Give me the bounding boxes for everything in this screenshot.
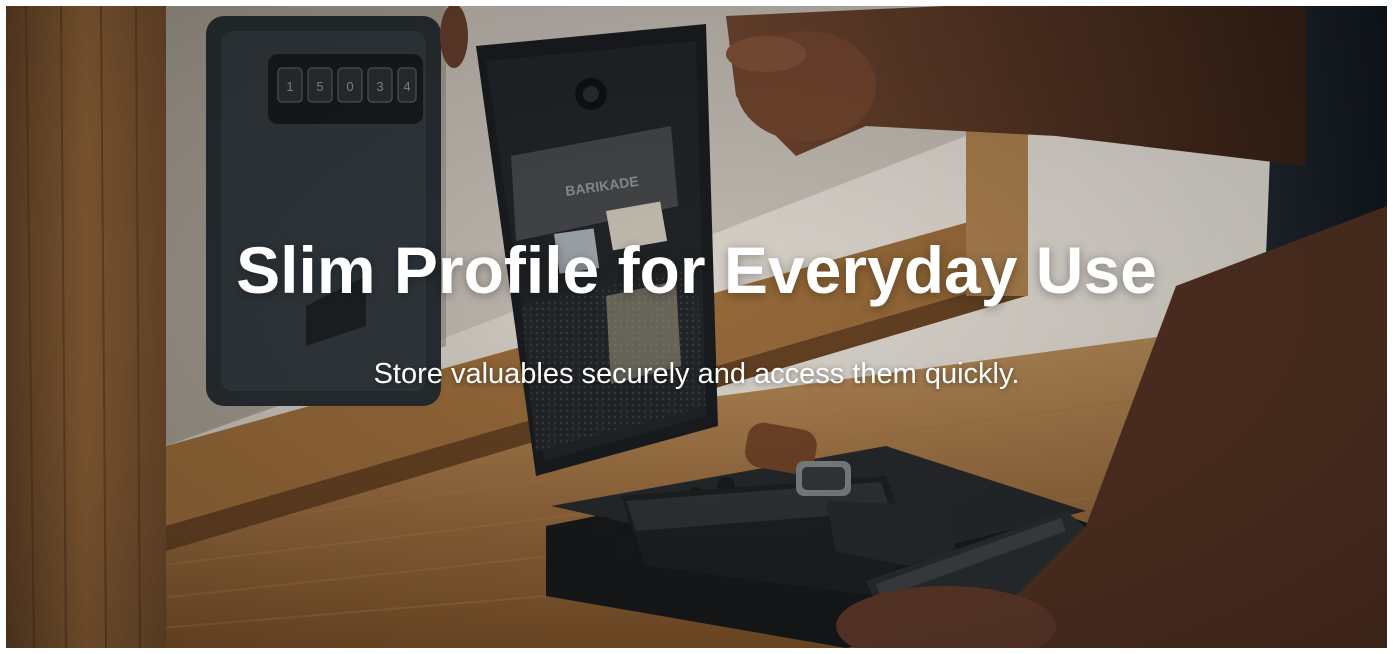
- keypad-key: 0: [346, 79, 353, 94]
- keypad-key: 5: [316, 79, 323, 94]
- hero-headline: Slim Profile for Everyday Use: [236, 233, 1157, 307]
- keypad-key: 1: [286, 79, 293, 94]
- hero-subheadline: Store valuables securely and access them…: [373, 358, 1020, 390]
- keypad-key: 4: [403, 79, 410, 94]
- hero-banner: BARIKADE 1 5 0 3 4 Slim Profile for Ever…: [6, 6, 1387, 648]
- hero-photo: BARIKADE 1 5 0 3 4: [6, 6, 1387, 648]
- keypad-key: 3: [376, 79, 383, 94]
